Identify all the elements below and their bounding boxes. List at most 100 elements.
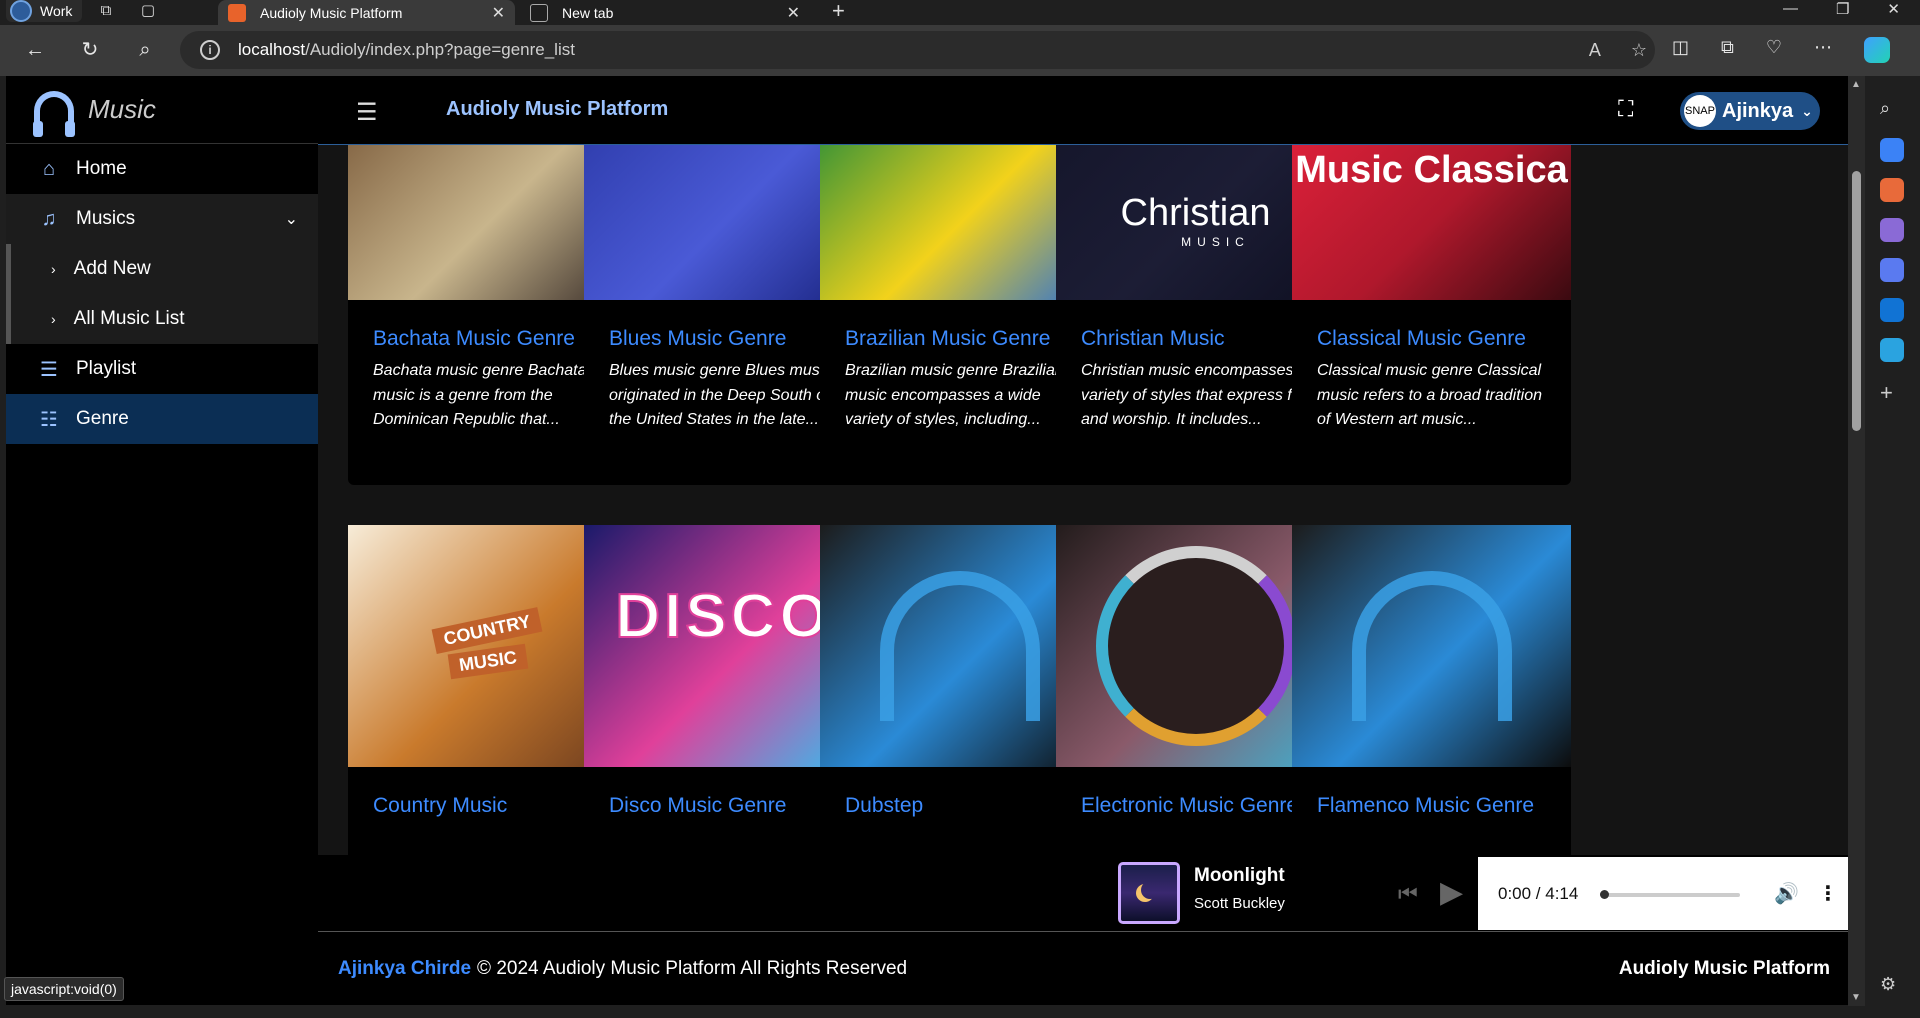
genre-title[interactable]: Electronic Music Genre [1081,794,1298,818]
sidebar-item-label: Home [76,158,127,179]
search-icon[interactable]: ⌕ [132,37,158,63]
genre-image[interactable] [1292,525,1571,767]
brand[interactable]: Music [6,76,318,144]
tab-title: Audioly Music Platform [260,4,403,21]
volume-icon[interactable]: 🔊 [1774,881,1799,906]
page-scrollbar[interactable]: ▲ ▼ [1848,76,1865,1006]
minimize-icon[interactable]: — [1783,0,1798,18]
browser-tab-bar: Work ⧉ ▢ Audioly Music Platform ✕ New ta… [0,0,1920,25]
chevron-right-icon: › [51,311,56,327]
user-name: Ajinkya [1722,99,1794,122]
settings-gear-icon[interactable]: ⚙ [1880,974,1904,998]
tab-title: New tab [562,4,614,21]
workspace-label: Work [40,3,73,19]
seek-handle[interactable] [1600,890,1609,899]
genre-title[interactable]: Country Music [373,794,507,818]
new-tab-icon[interactable]: + [832,0,845,24]
read-aloud-icon[interactable]: A [1589,40,1601,61]
tab-actions-icon[interactable]: ⧉ [96,1,116,21]
workspace-button[interactable]: Work [6,0,83,22]
url-host: localhost [238,40,306,59]
games-icon[interactable] [1880,218,1904,242]
fullscreen-icon[interactable]: ⛶ [1618,96,1633,122]
genre-card[interactable]: Flamenco Music Genre [1292,525,1571,910]
genre-title[interactable]: Blues Music Genre [609,327,786,351]
tab-audioly[interactable]: Audioly Music Platform ✕ [218,0,515,25]
sidebar-item-label: Playlist [76,358,137,379]
genre-description: Blues music genre Blues music originated… [609,362,832,428]
shopping-tag-icon[interactable] [1880,138,1904,162]
sidebar-item-home[interactable]: ⌂ Home [6,144,318,194]
close-window-icon[interactable]: ✕ [1887,0,1900,18]
split-screen-icon[interactable]: ◫ [1672,37,1689,63]
genre-grid: Bachata Music Genre Bachata music genre B… [318,145,1848,932]
vertical-tabs-icon[interactable]: ▢ [138,1,158,21]
scroll-up-icon[interactable]: ▲ [1851,79,1861,90]
close-tab-icon[interactable]: ✕ [787,3,800,23]
refresh-icon[interactable]: ↻ [77,37,103,63]
genre-card[interactable]: Music Classica Classical Music Genre Class… [1292,145,1571,485]
headphones-art-icon [879,571,1040,721]
sidebar-item-musics[interactable]: ♫ Musics ⌄ [6,194,318,244]
headphones-art-icon [1351,571,1512,721]
footer-brand: Audioly Music Platform [1618,957,1830,979]
sidebar-item-all-music-list[interactable]: › All Music List [6,294,318,344]
copilot-app-icon[interactable] [1880,258,1904,282]
audio-control: 0:00 / 4:14 🔊 ⋮ [1478,857,1848,930]
genre-title[interactable]: Classical Music Genre [1317,327,1526,351]
more-menu-icon[interactable]: ⋯ [1814,37,1832,63]
page-viewport: Music ⌂ Home ♫ Musics ⌄ › Add New › All Music… [6,76,1848,1005]
footer: Ajinkya Chirde © 2024 Audioly Music Plat… [318,932,1848,1005]
scrollbar-thumb[interactable] [1852,171,1861,431]
more-options-icon[interactable]: ⋮ [1818,881,1838,906]
song-title: Moonlight [1194,865,1285,886]
add-app-icon[interactable]: + [1880,380,1904,405]
hamburger-menu-icon[interactable]: ☰ [356,98,378,127]
address-bar-row: ← ↻ ⌕ i localhost /Audioly/index.php?pag… [0,25,1920,76]
chevron-down-icon: ⌄ [1801,102,1813,119]
chevron-right-icon: › [51,261,56,277]
outlook-icon[interactable] [1880,298,1904,322]
image-caption: COUNTRY [431,607,544,654]
footer-author-link[interactable]: Ajinkya Chirde [338,958,471,980]
seek-bar[interactable] [1600,893,1740,897]
headphones-icon [33,90,75,137]
user-menu-button[interactable]: SNAP Ajinkya ⌄ [1680,92,1820,130]
genre-title[interactable]: Flamenco Music Genre [1317,794,1534,818]
genre-description: Bachata music genre Bachata music is a g… [373,362,587,428]
browser-side-panel: ⌕ + ⚙ [1865,76,1920,1018]
page-favicon-icon [530,3,548,22]
sidebar-item-playlist[interactable]: ☰ Playlist [6,344,318,394]
sidebar-item-label: Musics [76,208,136,229]
close-tab-icon[interactable]: ✕ [492,3,505,23]
tools-icon[interactable] [1880,178,1904,202]
genre-title[interactable]: Christian Music [1081,327,1225,351]
sidebar-item-add-new[interactable]: › Add New [6,244,318,294]
genre-title[interactable]: Disco Music Genre [609,794,786,818]
home-icon: ⌂ [42,157,56,180]
url-field[interactable]: i localhost /Audioly/index.php?page=genr… [180,31,1655,69]
genre-title[interactable]: Bachata Music Genre [373,327,575,351]
genre-description: Christian music encompasses a variety of… [1081,362,1318,428]
genre-title[interactable]: Dubstep [845,794,923,818]
back-icon[interactable]: ← [22,37,48,63]
restore-icon[interactable]: ❐ [1836,0,1849,18]
browser-essentials-icon[interactable]: ♡ [1766,37,1782,63]
favorite-star-icon[interactable]: ☆ [1631,40,1647,61]
site-info-icon[interactable]: i [200,40,220,60]
page-title: Audioly Music Platform [446,98,669,120]
copilot-icon[interactable] [1864,37,1890,63]
collections-icon[interactable]: ⧉ [1721,37,1734,63]
tab-new-tab[interactable]: New tab ✕ [520,0,810,25]
genre-image[interactable]: Music Classica [1292,145,1571,300]
chevron-down-icon: ⌄ [284,211,298,228]
avatar: SNAP [1684,95,1716,127]
genre-title[interactable]: Brazilian Music Genre [845,327,1050,351]
scroll-down-icon[interactable]: ▼ [1851,992,1861,1003]
image-caption: Music Classica [1295,148,1568,191]
previous-track-icon[interactable]: ⏮ [1398,881,1418,907]
telegram-icon[interactable] [1880,338,1904,362]
search-icon[interactable]: ⌕ [1880,98,1904,122]
sidebar-item-genre[interactable]: ☷ Genre [6,394,318,444]
play-icon[interactable]: ▶ [1440,875,1463,910]
